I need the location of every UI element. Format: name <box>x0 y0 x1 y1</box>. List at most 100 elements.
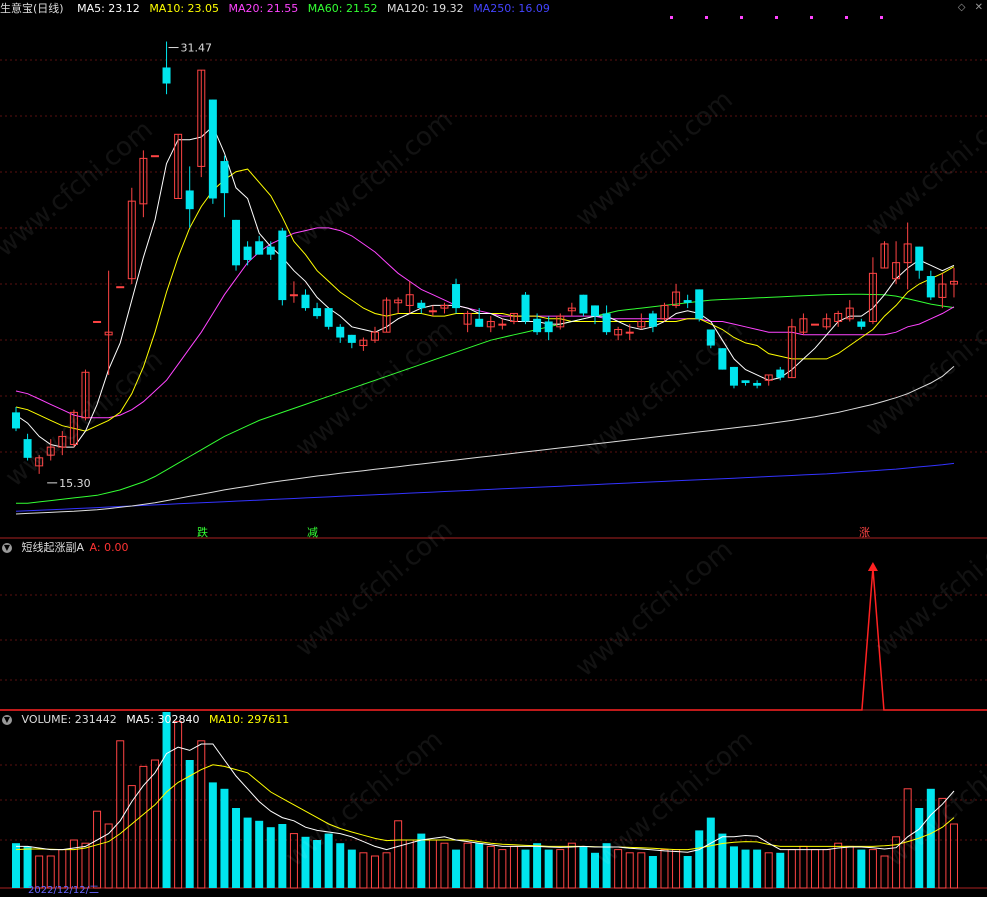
marker-dot <box>775 16 778 19</box>
volume-bar <box>324 833 333 888</box>
volume-bar <box>764 852 773 889</box>
volume-bar <box>336 843 345 888</box>
volume-bar <box>544 849 553 888</box>
volume-bar <box>799 845 808 889</box>
candle-body <box>741 380 750 383</box>
volume-bar <box>834 842 843 889</box>
volume-bar <box>498 849 507 889</box>
corner-controls: ◇ ✕ <box>952 2 983 13</box>
signal-label: 涨 <box>859 526 870 539</box>
chevron-down-icon[interactable]: ▼ <box>2 715 12 725</box>
volume-bar <box>533 843 542 888</box>
candle-body <box>324 308 333 327</box>
volume-bar <box>521 849 530 888</box>
volume-bar <box>232 808 241 888</box>
volume-bar <box>255 820 264 888</box>
diamond-icon[interactable]: ◇ <box>958 2 966 13</box>
marker-dot <box>810 16 813 19</box>
indicator-arrow <box>867 562 878 571</box>
volume-bar <box>683 856 692 888</box>
candle-body <box>23 439 32 458</box>
candle-body <box>185 190 194 210</box>
ma60-label: MA60: 21.52 <box>307 2 378 15</box>
candle-body <box>648 313 657 327</box>
signal-label: 减 <box>307 526 318 539</box>
volume-bar <box>695 830 704 888</box>
volume-bar <box>452 849 461 888</box>
candle-body <box>857 321 866 327</box>
volume-bar <box>706 817 715 888</box>
volume-bar <box>776 852 785 888</box>
volume-bar <box>278 824 287 888</box>
candle-body <box>729 366 738 386</box>
volume-ma10-line <box>15 764 955 851</box>
candle-body <box>915 246 924 271</box>
volume-bar <box>394 820 403 889</box>
volume-bar <box>417 833 426 888</box>
volume-bar <box>440 842 449 889</box>
volume-bar <box>463 842 472 889</box>
stock-title: 生意宝(日线) <box>0 2 64 15</box>
volume-bar <box>46 855 55 889</box>
candle-body <box>208 99 217 199</box>
volume-bar <box>880 855 889 889</box>
candle-body <box>232 219 241 266</box>
volume-bar <box>637 852 646 889</box>
volume-bar <box>197 740 206 889</box>
chevron-down-icon[interactable]: ▼ <box>2 543 12 553</box>
volume-label: VOLUME: 231442 <box>21 713 117 726</box>
volume-bar <box>313 840 322 888</box>
candle-body <box>544 321 553 333</box>
candle-body <box>811 323 820 326</box>
indicator-line <box>0 567 987 711</box>
volume-bar <box>926 788 935 888</box>
volume-bar <box>93 810 102 889</box>
ma250-line <box>15 462 955 512</box>
candle-body <box>93 320 102 323</box>
marker-dot <box>845 16 848 19</box>
volume-bar <box>672 849 681 889</box>
candle-body <box>521 294 530 322</box>
candle-body <box>289 294 298 297</box>
candle-body <box>498 323 507 326</box>
volume-bar <box>648 856 657 888</box>
ma10-label: MA10: 23.05 <box>149 2 220 15</box>
volume-bar <box>382 852 391 889</box>
volume-bar <box>602 843 611 888</box>
volume-bar <box>660 849 669 889</box>
volume-bar <box>787 849 796 889</box>
candle-body <box>753 382 762 386</box>
candle-body <box>220 161 229 194</box>
volume-bar <box>370 855 379 889</box>
candle-body <box>301 294 310 309</box>
volume-bar <box>556 849 565 889</box>
candle-body <box>255 241 264 255</box>
candle-body <box>602 313 611 333</box>
indicator-title[interactable]: 短线起涨副A <box>22 541 85 554</box>
volume-bar <box>845 845 854 889</box>
volume-bar <box>567 842 576 889</box>
candle-body <box>695 289 704 319</box>
chart-canvas: 31.47 15.30 <box>0 16 987 889</box>
volume-bar <box>868 849 877 889</box>
candle-body <box>417 302 426 309</box>
signal-label: 跌 <box>197 526 208 539</box>
candle-body <box>533 318 542 333</box>
candle-body <box>243 246 252 260</box>
candle-body <box>278 230 287 301</box>
volume-bar <box>23 846 32 888</box>
volume-bar <box>347 849 356 888</box>
candle-body <box>625 331 634 334</box>
marker-dot <box>705 16 708 19</box>
candle-body <box>266 246 275 255</box>
volume-bar <box>428 839 437 889</box>
volume-bar <box>741 849 750 888</box>
ma5-line <box>15 125 955 448</box>
volume-bar <box>405 839 414 889</box>
volume-bar <box>625 852 634 889</box>
close-icon[interactable]: ✕ <box>975 2 983 13</box>
candle-body <box>591 305 599 317</box>
volume-bar <box>139 765 148 889</box>
candle-body <box>150 155 159 158</box>
volume-bar <box>591 852 599 888</box>
